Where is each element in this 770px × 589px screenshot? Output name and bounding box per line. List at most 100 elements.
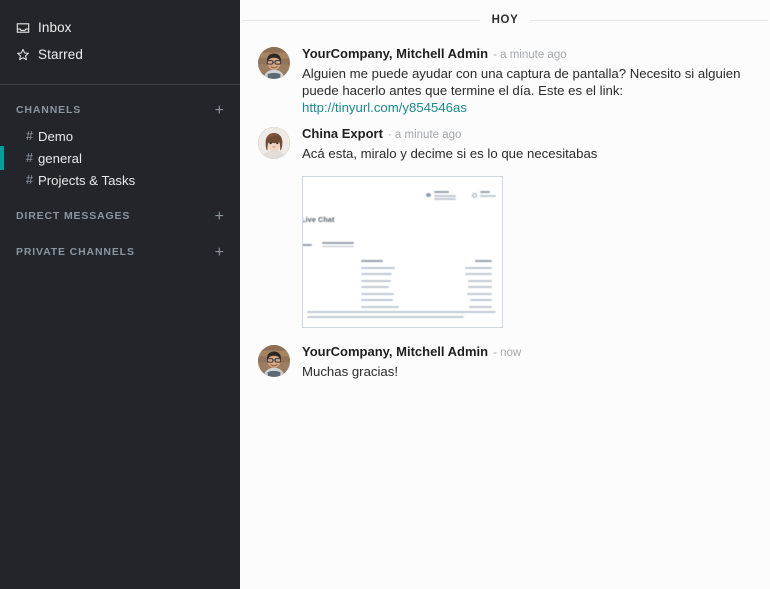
message-author: YourCompany, Mitchell Admin [302,344,488,360]
add-private-channel-icon[interactable]: + [213,246,226,259]
message-timestamp: - a minute ago [493,47,567,63]
text-bar [434,195,456,197]
chat-app: Inbox Starred CHANNELS + # [0,0,770,589]
add-direct-message-icon[interactable]: + [213,210,226,223]
day-divider: HOY [240,6,770,34]
sidebar-item-starred[interactable]: Starred [0,41,240,68]
message-text: Alguien me puede ayudar con una captura … [302,65,752,116]
text-bar [480,195,496,197]
attachment-metric-lines [480,191,496,197]
sidebar-item-projects-tasks-label: Projects & Tasks [38,173,135,188]
message-body: YourCompany, Mitchell Admin - now Muchas… [302,344,752,380]
message-link[interactable]: http://tinyurl.com/y854546as [302,100,467,115]
table-row [361,286,492,288]
hash-icon: # [26,173,33,187]
message-timestamp: · a minute ago [388,127,462,143]
text-bar [322,242,354,244]
attachment-metric-lines [434,191,456,200]
message-item: YourCompany, Mitchell Admin - a minute a… [240,34,770,116]
message-timestamp: - now [493,345,521,361]
table-row [361,273,492,275]
avatar-china-export[interactable] [258,127,290,159]
sidebar: Inbox Starred CHANNELS + # [0,0,240,589]
sidebar-section-direct-messages-title: DIRECT MESSAGES [16,210,130,222]
sidebar-section-private-channels: PRIVATE CHANNELS + [0,241,240,263]
text-bar [470,299,492,301]
sidebar-item-starred-label: Starred [38,47,83,62]
attachment-title: y Live Chat [302,215,334,224]
sidebar-item-general-label: general [38,151,82,166]
avatar-mitchell-admin[interactable] [258,47,290,79]
channel-list: # Demo # general # Projects & Tasks [0,125,240,191]
text-bar [434,198,456,200]
text-bar [361,306,399,308]
text-bar [467,293,492,295]
sidebar-section-channels: CHANNELS + # Demo # general # Projects &… [0,99,240,191]
hash-icon: # [26,151,33,165]
text-bar [434,191,449,193]
message-panel: HOY [240,0,770,589]
attachment-table [361,260,492,308]
message-author: China Export [302,126,383,142]
message-body: China Export · a minute ago Acá esta, mi… [302,126,752,162]
message-list: YourCompany, Mitchell Admin - a minute a… [240,34,770,380]
text-bar [469,306,492,308]
sidebar-item-inbox-label: Inbox [38,20,72,35]
text-bar [468,286,492,288]
attachment-metric [472,191,496,198]
text-bar [361,280,391,282]
day-divider-line-right [530,20,768,21]
text-bar [361,286,389,288]
attachment-tabs [302,242,354,247]
attachment-footer [307,311,496,318]
text-bar [307,311,496,313]
table-row [361,260,492,262]
clock-icon [472,193,477,198]
sidebar-section-private-channels-header: PRIVATE CHANNELS + [0,241,240,263]
sidebar-item-demo[interactable]: # Demo [0,125,240,147]
sidebar-item-demo-label: Demo [38,129,73,144]
sidebar-item-general[interactable]: # general [0,147,240,169]
message-header: YourCompany, Mitchell Admin - now [302,344,752,361]
text-bar [465,273,492,275]
sidebar-section-direct-messages-header: DIRECT MESSAGES + [0,205,240,227]
table-row [361,293,492,295]
attachment-metrics [426,191,496,200]
table-row [361,299,492,301]
avatar-mitchell-admin[interactable] [258,345,290,377]
attachment-wrapper: y Live Chat [240,162,770,328]
text-bar [361,260,383,262]
sidebar-item-projects-tasks[interactable]: # Projects & Tasks [0,169,240,191]
message-text: Muchas gracias! [302,363,752,380]
sidebar-section-direct-messages: DIRECT MESSAGES + [0,205,240,227]
sidebar-section-channels-header: CHANNELS + [0,99,240,121]
add-channel-icon[interactable]: + [213,104,226,117]
cloud-icon [426,193,431,197]
message-header: YourCompany, Mitchell Admin - a minute a… [302,46,752,63]
message-item: China Export · a minute ago Acá esta, mi… [240,116,770,162]
message-author: YourCompany, Mitchell Admin [302,46,488,62]
text-bar [307,316,464,318]
message-header: China Export · a minute ago [302,126,752,143]
sidebar-section-channels-title: CHANNELS [16,104,81,116]
star-icon [16,48,36,62]
text-bar [361,267,395,269]
day-divider-label: HOY [480,14,531,26]
message-text-content: Alguien me puede ayudar con una captura … [302,66,740,98]
text-bar [361,293,394,295]
attachment-preview: y Live Chat [303,177,502,327]
message-body: YourCompany, Mitchell Admin - a minute a… [302,46,752,116]
text-bar [361,273,392,275]
message-text: Acá esta, miralo y decime si es lo que n… [302,145,752,162]
attachment-tab-active [322,242,354,247]
text-bar [480,191,490,193]
text-bar [361,299,393,301]
sidebar-section-private-channels-title: PRIVATE CHANNELS [16,246,135,258]
inbox-icon [16,21,36,35]
screenshot-attachment[interactable]: y Live Chat [302,176,503,328]
sidebar-divider [0,84,240,85]
table-row [361,267,492,269]
text-bar [475,260,492,262]
text-bar [465,267,492,269]
sidebar-item-inbox[interactable]: Inbox [0,14,240,41]
